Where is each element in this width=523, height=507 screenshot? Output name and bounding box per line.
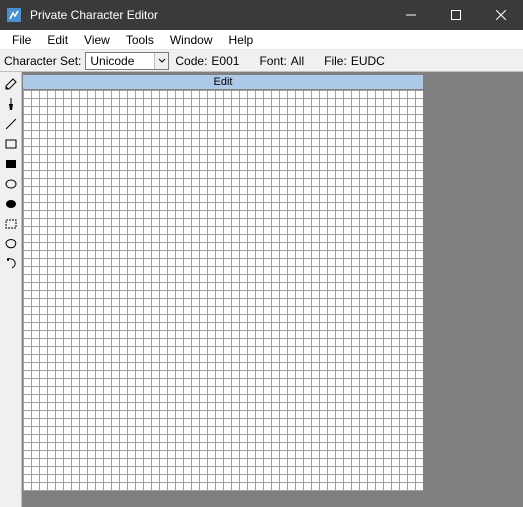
app-icon xyxy=(7,7,23,23)
menu-view[interactable]: View xyxy=(76,32,118,48)
line-tool[interactable] xyxy=(1,114,21,134)
rectangular-selection-tool[interactable] xyxy=(1,214,21,234)
character-grid[interactable] xyxy=(22,90,424,492)
menu-help[interactable]: Help xyxy=(221,32,262,48)
window-controls xyxy=(388,0,523,30)
menu-edit[interactable]: Edit xyxy=(39,32,76,48)
eraser-tool[interactable] xyxy=(1,254,21,274)
window-title: Private Character Editor xyxy=(30,8,158,22)
rectangle-fill-tool[interactable] xyxy=(1,154,21,174)
pencil-tool[interactable] xyxy=(1,74,21,94)
brush-tool[interactable] xyxy=(1,94,21,114)
client-area: Edit xyxy=(0,72,523,507)
font-label: Font: xyxy=(257,54,288,68)
titlebar: Private Character Editor xyxy=(0,0,523,30)
code-value: E001 xyxy=(209,54,245,68)
ellipse-outline-tool[interactable] xyxy=(1,174,21,194)
menu-tools[interactable]: Tools xyxy=(118,32,162,48)
charset-label: Character Set: xyxy=(2,54,83,68)
close-button[interactable] xyxy=(478,0,523,30)
minimize-button[interactable] xyxy=(388,0,433,30)
chevron-down-icon xyxy=(154,53,168,69)
menu-window[interactable]: Window xyxy=(162,32,221,48)
font-value: All xyxy=(289,54,310,68)
file-label: File: xyxy=(322,54,349,68)
infobar: Character Set: Unicode Code: E001 Font: … xyxy=(0,50,523,72)
menu-file[interactable]: File xyxy=(4,32,39,48)
edit-panel: Edit xyxy=(22,74,424,492)
edit-panel-title: Edit xyxy=(22,74,424,90)
edit-panel-wrap: Edit xyxy=(22,72,424,507)
tools-sidebar xyxy=(0,72,22,507)
charset-value: Unicode xyxy=(86,54,154,68)
code-label: Code: xyxy=(173,54,209,68)
freeform-selection-tool[interactable] xyxy=(1,234,21,254)
ellipse-fill-tool[interactable] xyxy=(1,194,21,214)
maximize-button[interactable] xyxy=(433,0,478,30)
menubar: File Edit View Tools Window Help xyxy=(0,30,523,50)
charset-select[interactable]: Unicode xyxy=(85,52,169,70)
file-value: EUDC xyxy=(349,54,391,68)
client-background xyxy=(424,72,523,507)
rectangle-outline-tool[interactable] xyxy=(1,134,21,154)
